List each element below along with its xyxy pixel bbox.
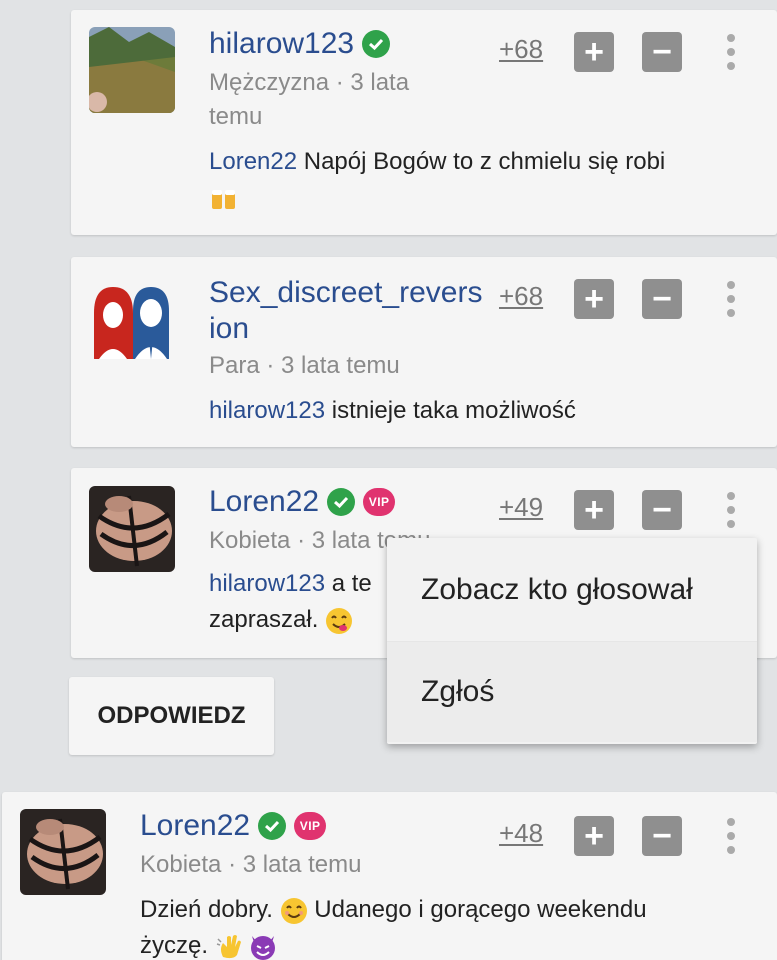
- vote-score[interactable]: +48: [499, 818, 543, 849]
- avatar[interactable]: [89, 486, 175, 572]
- comment-body: Dzień dobry.: [140, 896, 280, 923]
- wave-emoji-icon: [215, 933, 243, 960]
- menu-item-see-voters[interactable]: Zobacz kto głosował: [387, 538, 757, 642]
- comment-body: a te: [325, 570, 372, 597]
- upvote-button[interactable]: +: [574, 32, 614, 72]
- comment-body: istnieje taka możliwość: [325, 397, 576, 424]
- verified-check-icon: [327, 488, 356, 516]
- username-text[interactable]: Sex_discreet_reversion: [209, 275, 489, 347]
- avatar[interactable]: [89, 273, 175, 359]
- kebab-menu-icon[interactable]: [725, 816, 737, 856]
- comment-text: Loren22 Napój Bogów to z chmielu się rob…: [209, 144, 749, 216]
- vote-score[interactable]: +68: [499, 281, 543, 312]
- downvote-button[interactable]: −: [642, 816, 682, 856]
- username-text[interactable]: Loren22: [140, 808, 250, 844]
- downvote-button[interactable]: −: [642, 32, 682, 72]
- avatar[interactable]: [89, 27, 175, 113]
- upvote-button[interactable]: +: [574, 279, 614, 319]
- avatar[interactable]: [20, 809, 106, 895]
- upvote-button[interactable]: +: [574, 816, 614, 856]
- comment-meta: Para · 3 lata temu: [209, 352, 400, 379]
- verified-check-icon: [258, 812, 287, 840]
- downvote-button[interactable]: −: [642, 490, 682, 530]
- kebab-menu-icon[interactable]: [725, 490, 737, 530]
- vote-score[interactable]: +68: [499, 34, 543, 65]
- vote-score[interactable]: +49: [499, 492, 543, 523]
- username-text[interactable]: hilarow123: [209, 26, 354, 62]
- comment-body-line2: życzę.: [140, 932, 215, 959]
- comment-card: Sex_discreet_reversion Para · 3 lata tem…: [71, 257, 777, 447]
- upvote-button[interactable]: +: [574, 490, 614, 530]
- kebab-menu-icon[interactable]: [725, 279, 737, 319]
- username[interactable]: Loren22 VIP: [140, 808, 327, 844]
- smile-emoji-icon: [280, 897, 308, 925]
- kebab-menu-icon[interactable]: [725, 32, 737, 72]
- username[interactable]: Loren22 VIP: [209, 484, 396, 520]
- menu-item-report[interactable]: Zgłoś: [387, 642, 757, 742]
- yum-emoji-icon: [325, 607, 353, 635]
- mention-link[interactable]: hilarow123: [209, 397, 325, 424]
- context-menu: Zobacz kto głosował Zgłoś: [387, 538, 757, 744]
- reply-button[interactable]: ODPOWIEDZ: [69, 677, 274, 755]
- comment-meta: Mężczyzna · 3 lata temu: [209, 69, 410, 130]
- username-text[interactable]: Loren22: [209, 484, 319, 520]
- comment-body-line2: zapraszał.: [209, 606, 319, 633]
- vip-badge-icon: VIP: [363, 488, 396, 516]
- username[interactable]: hilarow123: [209, 26, 391, 62]
- devil-emoji-icon: [249, 933, 277, 960]
- verified-check-icon: [362, 30, 391, 58]
- mention-link[interactable]: Loren22: [209, 148, 297, 175]
- comment-text: hilarow123 istnieje taka możliwość: [209, 393, 749, 429]
- downvote-button[interactable]: −: [642, 279, 682, 319]
- vip-badge-icon: VIP: [294, 812, 327, 840]
- comment-text: Dzień dobry. Udanego i gorącego weekendu…: [140, 892, 760, 960]
- mention-link[interactable]: hilarow123: [209, 570, 325, 597]
- comment-card: hilarow123 Mężczyzna · 3 lata temu +68 +…: [71, 10, 777, 235]
- comment-meta: Kobieta · 3 lata temu: [140, 851, 362, 878]
- comment-body: Napój Bogów to z chmielu się robi: [297, 148, 666, 175]
- beer-emoji-icon: [209, 185, 237, 213]
- username[interactable]: Sex_discreet_reversion: [209, 275, 489, 347]
- comment-card: Loren22 VIP Kobieta · 3 lata temu +48 + …: [2, 792, 777, 960]
- comment-body-cont: Udanego i gorącego weekendu: [307, 896, 647, 923]
